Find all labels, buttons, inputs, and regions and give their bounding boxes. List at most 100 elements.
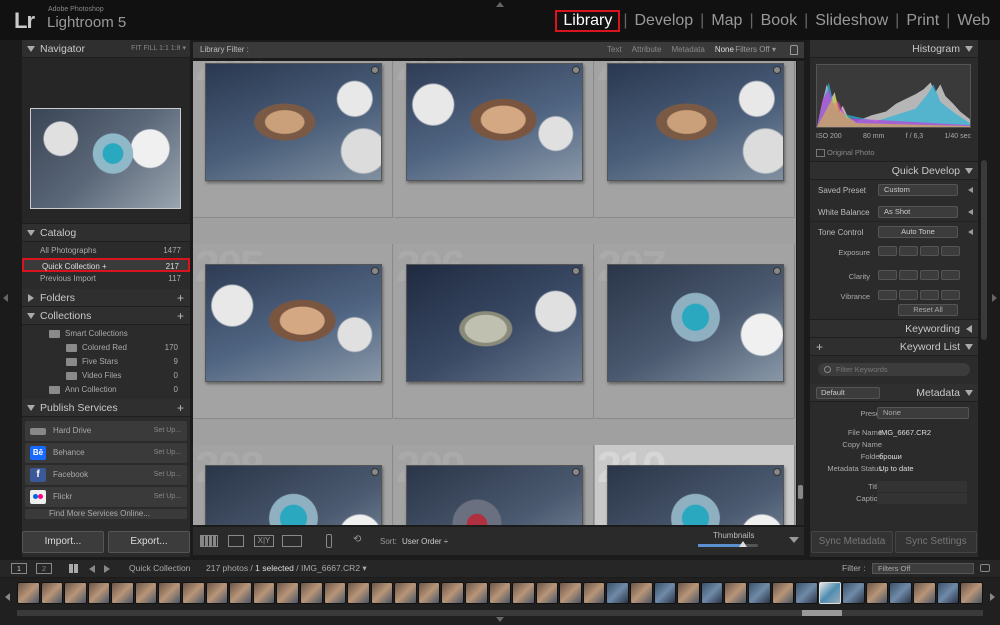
grid-cell[interactable]: 204 [595,61,795,218]
module-develop[interactable]: Develop [630,10,697,32]
lock-icon[interactable] [790,45,798,55]
grid-cell[interactable]: 206 [394,244,594,419]
quick-collection-marker-icon[interactable] [773,66,781,74]
collapse-arrow-icon[interactable] [968,187,973,193]
filmstrip-thumbnail[interactable] [229,582,252,604]
module-library[interactable]: Library [555,10,621,32]
filmstrip-thumbnail[interactable] [347,582,370,604]
sort-direction-icon[interactable]: ⟲ [353,534,361,545]
filter-keywords-input[interactable]: Filter Keywords [818,363,970,376]
white-balance-dropdown[interactable]: As Shot [878,206,958,218]
filmstrip-thumbnail[interactable] [535,582,559,604]
grid-view-icon[interactable] [200,535,218,547]
filmstrip-thumbnail[interactable] [276,582,299,604]
loupe-view-icon[interactable] [228,535,244,547]
exposure-steppers[interactable] [878,246,960,256]
find-more-services-button[interactable]: Find More Services Online... [25,509,187,519]
catalog-item-all-photographs[interactable]: All Photographs 1477 [22,244,190,258]
left-panel-toggle-icon[interactable] [3,294,8,302]
sort-dropdown[interactable]: User Order ÷ [402,537,448,546]
filmstrip-thumbnail[interactable] [464,582,488,604]
filmstrip-filter-dropdown[interactable]: Filters Off [872,563,974,574]
module-book[interactable]: Book [757,10,801,32]
filmstrip-thumbnail[interactable] [40,582,64,604]
add-keyword-icon[interactable]: + [816,338,823,356]
module-map[interactable]: Map [707,10,746,32]
filmstrip-thumbnail[interactable] [677,582,700,604]
catalog-header[interactable]: Catalog [22,224,190,242]
grid-cell[interactable]: 203 [394,61,594,218]
filmstrip-thumbnail[interactable] [87,582,111,604]
filmstrip-thumbnail[interactable] [252,582,276,604]
publish-facebook[interactable]: f Facebook Set Up... [25,465,187,485]
thumbnail-size-slider[interactable] [698,541,758,547]
filmstrip-thumbnail[interactable] [111,582,134,604]
thumbnail-slider-knob[interactable] [739,541,747,547]
metadata-preset-dropdown[interactable]: None [877,407,969,419]
main-window-button[interactable]: 1 [11,563,27,574]
filmstrip-thumbnail[interactable] [936,582,960,604]
filmstrip-thumbnail[interactable] [842,582,865,604]
filmstrip-count[interactable]: 217 photos / 1 selected / IMG_6667.CR2 ▾ [206,560,367,577]
photo-thumbnail[interactable] [406,63,583,181]
survey-view-icon[interactable] [282,535,302,547]
histogram-graph[interactable] [816,64,971,128]
grid-cell[interactable]: 210 [595,445,795,525]
metadata-header[interactable]: Default Metadata [810,384,978,402]
title-input[interactable] [877,481,967,492]
filmstrip-source[interactable]: Quick Collection [129,560,190,577]
filmstrip-thumbnail[interactable] [158,582,182,604]
collection-item-ann[interactable]: Ann Collection 0 [22,383,190,397]
photo-thumbnail[interactable] [205,465,382,525]
quick-collection-marker-icon[interactable] [572,267,580,275]
quick-collection-marker-icon[interactable] [572,66,580,74]
catalog-item-previous-import[interactable]: Previous Import 117 [22,272,190,286]
sync-metadata-button[interactable]: Sync Metadata [811,531,893,553]
quick-collection-marker-icon[interactable] [371,267,379,275]
publish-behance[interactable]: Bē Behance Set Up... [25,443,187,463]
grid-cell[interactable]: 209 [394,445,594,525]
setup-link[interactable]: Set Up... [154,421,181,441]
right-panel-toggle-icon[interactable] [992,294,997,302]
filmstrip-thumbnail[interactable] [17,582,40,604]
photo-thumbnail[interactable] [205,63,382,181]
filmstrip-thumbnail[interactable] [394,582,417,604]
filmstrip-thumbnail[interactable] [795,582,818,604]
folders-header[interactable]: Folders + [22,289,190,307]
original-photo-checkbox[interactable]: Original Photo [816,148,875,157]
filmstrip-thumbnail[interactable] [700,582,724,604]
filmstrip-thumbnail[interactable] [606,582,630,604]
reset-all-button[interactable]: Reset All [898,304,958,316]
collection-item-video-files[interactable]: Video Files 0 [22,369,190,383]
collapse-arrow-icon[interactable] [968,229,973,235]
export-button[interactable]: Export... [108,531,190,553]
caption-input[interactable] [877,493,967,504]
filter-tab-attribute[interactable]: Attribute [632,42,662,58]
photo-thumbnail[interactable] [205,264,382,382]
navigator-zoom-options[interactable]: FIT FILL 1:1 1:8 ▾ [131,40,186,58]
setup-link[interactable]: Set Up... [154,465,181,485]
publish-flickr[interactable]: Flickr Set Up... [25,487,187,507]
quick-collection-marker-icon[interactable] [572,468,580,476]
grid-cell[interactable]: 207 [595,244,795,419]
filmstrip-thumbnail[interactable] [512,582,535,604]
filmstrip-thumbnail[interactable] [299,582,323,604]
filmstrip-thumbnail[interactable] [818,582,842,604]
grid-view-icon[interactable] [69,564,78,573]
filmstrip-scroll-right-icon[interactable] [990,593,995,601]
publish-hard-drive[interactable]: Hard Drive Set Up... [25,421,187,441]
grid-scrollbar-thumb[interactable] [798,485,803,499]
metadata-value[interactable]: IMG_6667.CR2 [879,428,931,437]
filmstrip-scrollbar-thumb[interactable] [802,610,842,616]
metadata-value[interactable]: броши [879,452,902,461]
navigator-header[interactable]: Navigator FIT FILL 1:1 1:8 ▾ [22,40,190,58]
grid-scrollbar[interactable] [797,61,804,525]
quick-collection-marker-icon[interactable] [371,66,379,74]
top-panel-toggle-icon[interactable] [496,2,504,7]
filmstrip-thumbnail[interactable] [724,582,747,604]
filmstrip-thumbnail[interactable] [488,582,512,604]
histogram-header[interactable]: Histogram [810,40,978,58]
collapse-arrow-icon[interactable] [968,209,973,215]
catalog-item-quick-collection[interactable]: Quick Collection + 217 [22,258,190,272]
photo-thumbnail[interactable] [607,264,784,382]
